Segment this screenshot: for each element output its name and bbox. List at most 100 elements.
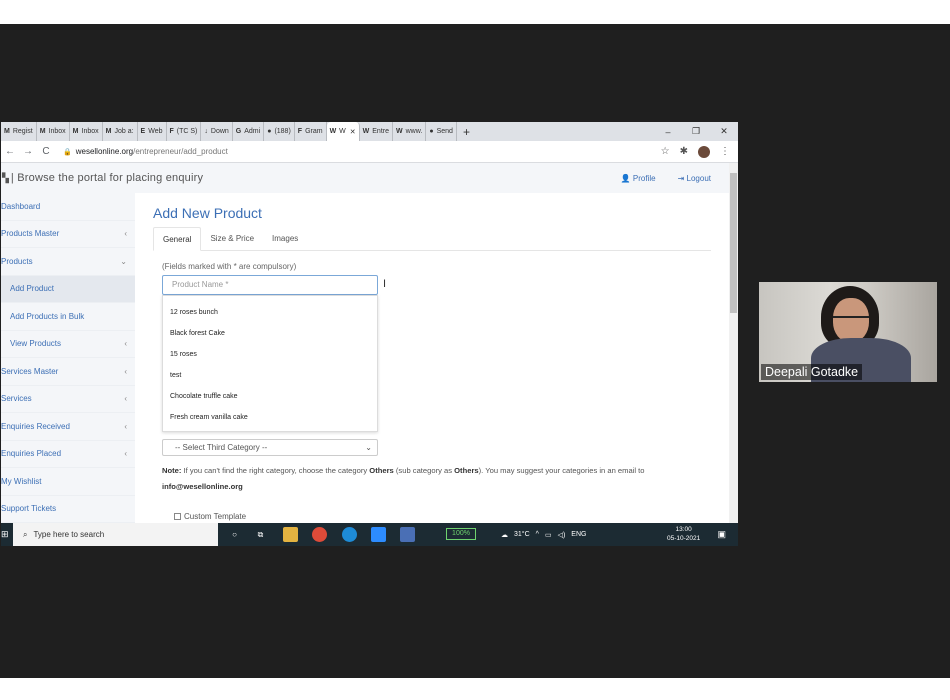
custom-template-label: Custom Template [184,512,247,521]
close-tab-icon[interactable]: ✕ [350,128,356,136]
third-category-select[interactable]: -- Select Third Category -- ⌄ [162,439,378,456]
zoom-app-icon[interactable] [371,527,386,542]
sidebar: Dashboard Products Master ‹ Products ⌄ Add Pr… [1,193,135,523]
autocomplete-suggestion[interactable]: Fresh cream vanilla cake [163,407,377,428]
participant-name: Deepali Gotadke [761,364,863,380]
browser-tab[interactable]: G Admi [233,122,265,141]
logout-link[interactable]: ⇥ Logout [678,174,711,183]
sidebar-item[interactable]: Services ‹ [1,386,135,413]
taskbar-search-placeholder: Type here to search [33,530,105,539]
chevron-down-icon: ⌄ [365,443,372,452]
sidebar-item[interactable]: Dashboard [1,193,135,221]
sidebar-item-label: Enquiries Received [1,421,70,431]
sidebar-item-label: Enquiries Placed [1,449,62,459]
autocomplete-suggestion[interactable]: 15 roses [163,344,377,365]
chevron-icon: ‹ [124,394,127,404]
arrow-left-icon[interactable]: ← [1,146,19,157]
search-icon: ⌕ [23,529,28,539]
custom-template-checkbox[interactable] [174,513,181,520]
browser-tab[interactable]: Wwww. [393,122,427,141]
browser-tab[interactable]: M Job a: [103,122,138,141]
arrow-right-icon[interactable]: → [19,146,37,157]
chrome-icon[interactable] [312,527,327,542]
chevron-icon: ‹ [124,421,127,431]
browser-tab[interactable]: F (TC S) [167,122,202,141]
product-name-input[interactable]: Product Name * [162,275,378,295]
tab-size-price[interactable]: Size & Price [201,227,263,250]
note-email-link[interactable]: info@wesellonline.org [162,482,243,491]
autocomplete-suggestion[interactable]: 12 roses bunch [163,302,377,323]
url-path: /entrepreneur/add_product [133,147,228,156]
sidebar-item[interactable]: Products ⌄ [1,248,135,276]
sidebar-item[interactable]: View Products ‹ [1,331,135,358]
browser-tab[interactable]: ↓ Down [201,122,233,141]
sidebar-item[interactable]: My Wishlist [1,468,135,496]
note-others-1: Others [369,466,394,475]
sidebar-item[interactable]: Enquiries Received ‹ [1,413,135,441]
kebab-menu-icon[interactable]: ⋮ [720,146,730,157]
logout-icon: ⇥ [677,173,685,183]
category-note: Note: If you can't find the right catego… [162,463,712,495]
sidebar-item[interactable]: Services Master ‹ [1,358,135,386]
note-text-2: (sub category as [393,466,455,475]
restore-icon[interactable]: ❐ [682,126,710,137]
sidebar-item[interactable]: Support Tickets [1,496,135,523]
task-view-icon[interactable]: ⧉ [253,527,268,542]
taskbar-clock[interactable]: 13:00 05-10-2021 [667,525,700,543]
notes-app-icon[interactable] [400,527,415,542]
autocomplete-suggestion[interactable]: Chocolate truffle cake [163,386,377,407]
tab-label: Inbox [48,128,66,135]
tab-label: (188) [274,128,291,135]
profile-avatar[interactable] [698,145,710,158]
volume-icon[interactable]: ◁) [558,531,566,539]
new-tab-icon[interactable]: + [457,125,476,139]
page-scrollbar[interactable] [729,163,738,523]
header-title: | Browse the portal for placing enquiry [10,172,204,184]
weather-temp[interactable]: 31°C [514,531,530,538]
reload-icon[interactable]: C [37,146,55,157]
browser-tab[interactable]: M Inbox [37,122,70,141]
browser-tab[interactable]: F Gram [295,122,327,141]
language-indicator[interactable]: ENG [571,531,586,538]
sidebar-item[interactable]: Enquiries Placed ‹ [1,441,135,468]
network-icon[interactable]: ▭ [545,531,552,539]
window-controls: – ❐ ✕ [654,122,738,141]
url-field[interactable]: 🔒 wesellonline.org /entrepreneur/add_pro… [63,147,228,156]
edge-icon[interactable] [342,527,357,542]
notification-icon[interactable]: ▣ [717,529,726,540]
autocomplete-dropdown: 12 roses bunch Black forest Cake 15 roses t… [162,295,378,432]
scrollbar-thumb[interactable] [730,173,737,313]
puzzle-icon[interactable]: ✱ [680,146,688,157]
sidebar-item-label: Services [1,394,32,404]
profile-link[interactable]: 👤 Profile [621,174,656,183]
sidebar-item[interactable]: Add Product [1,275,135,303]
browser-tab[interactable]: ● Send [426,122,457,141]
taskbar-search-box[interactable]: ⌕ Type here to search [13,523,218,546]
tab-images[interactable]: Images [263,227,307,250]
file-explorer-icon[interactable] [283,527,298,542]
minimize-icon[interactable]: – [654,127,682,137]
close-window-icon[interactable]: ✕ [710,126,738,137]
browser-tab[interactable]: E Web [138,122,167,141]
tab-label: Regist [12,128,33,135]
user-icon: 👤 [620,173,631,183]
custom-template-option[interactable]: Custom Template [174,512,246,521]
browser-tab[interactable]: M Regist [1,122,37,141]
sidebar-item[interactable]: Products Master ‹ [1,221,135,248]
browser-tab[interactable]: W W ✕ [326,122,360,141]
browser-tab[interactable]: M Inbox [70,122,103,141]
tray-chevron-icon[interactable]: ^ [536,531,539,538]
star-icon[interactable]: ☆ [661,146,670,157]
browser-tab[interactable]: ● (188) [264,122,295,141]
tab-general[interactable]: General [153,227,202,251]
lock-icon: 🔒 [63,148,72,156]
autocomplete-suggestion[interactable]: Black forest Cake [163,323,377,344]
cortana-icon[interactable]: ○ [227,527,242,542]
autocomplete-suggestion[interactable]: test [163,365,377,386]
required-hint: (Fields marked with * are compulsory) [162,262,297,271]
sidebar-item[interactable]: Add Products in Bulk [1,303,135,331]
windows-start-icon[interactable]: ⊞ [1,529,11,539]
tab-favicon-icon: G [235,128,242,135]
browser-tab[interactable]: W Entre [360,122,393,141]
url-host: wesellonline.org [75,147,134,156]
